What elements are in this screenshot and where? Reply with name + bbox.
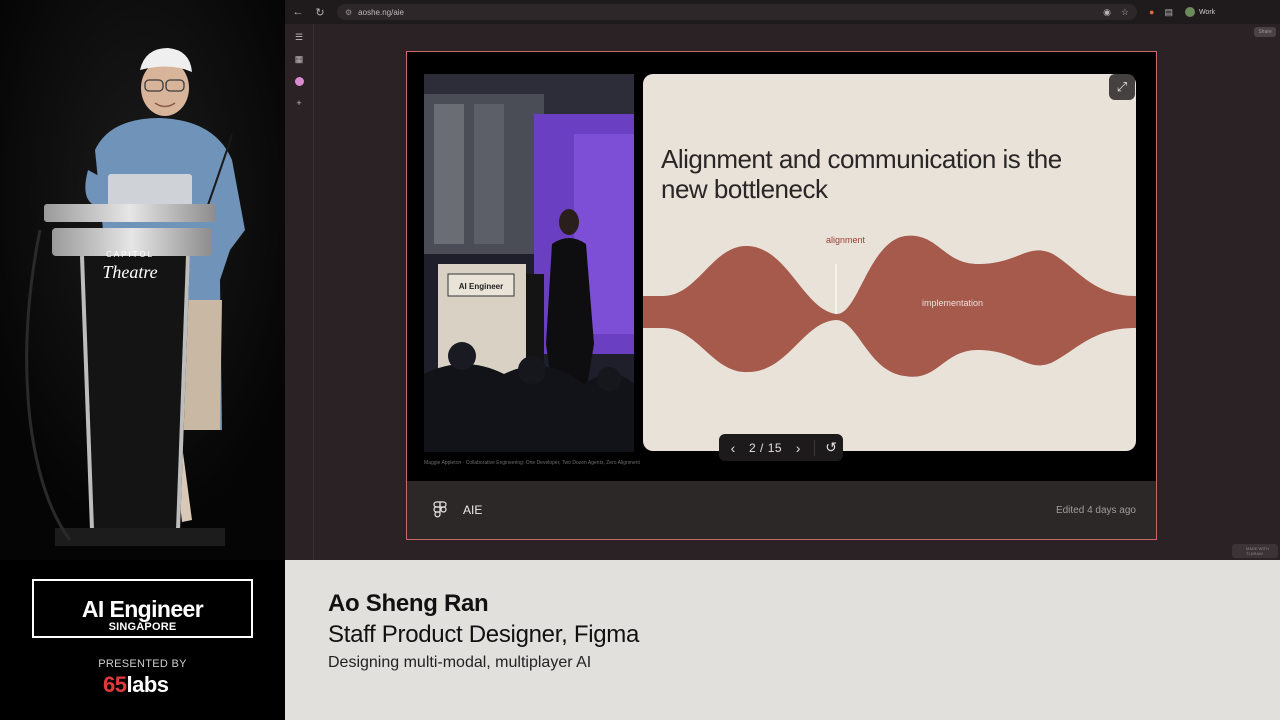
event-branding: AI Engineer SINGAPORE PRESENTED BY 65lab… (0, 560, 285, 720)
grid-icon[interactable]: ▦ (292, 52, 306, 66)
slide-navigation: ‹ 2 / 15 › ↺ (719, 434, 843, 461)
event-logo: AI Engineer SINGAPORE (32, 579, 253, 638)
slide-title: Alignment and communication is the new b… (661, 144, 1062, 204)
edited-timestamp: Edited 4 days ago (1055, 504, 1136, 516)
avatar (1184, 7, 1195, 17)
url-text: aoshe.ng/aie (358, 7, 404, 17)
reload-icon[interactable]: ↻ (311, 3, 329, 21)
slide-counter: 2 / 15 (749, 440, 783, 455)
figma-icon (433, 501, 447, 518)
reset-icon[interactable]: ↺ (825, 439, 837, 456)
expand-icon[interactable]: ⤢ (1109, 74, 1135, 100)
photo-sign-text: AI Engineer (459, 282, 503, 291)
nav-divider (814, 439, 816, 456)
sponsor-word: labs (126, 672, 169, 697)
label-implementation: implementation (922, 298, 984, 308)
embed-footer: AIE Edited 4 days ago (407, 481, 1156, 539)
speaker-role: Staff Product Designer, Figma (328, 621, 640, 648)
profile-button[interactable]: Work (1184, 7, 1216, 17)
speaker-camera-image: CAPITOL Theatre (0, 0, 285, 560)
back-icon[interactable]: ← (289, 3, 307, 21)
label-alignment: alignment (826, 235, 866, 245)
photo-caption: Maggie Appleton · Collaborative Engineer… (424, 460, 640, 466)
speaker-camera-feed: CAPITOL Theatre (0, 0, 285, 560)
rail-divider (313, 24, 314, 560)
chevron-right-icon[interactable]: › (792, 440, 804, 456)
side-rail: ☰ ▦ + (285, 24, 313, 560)
address-bar[interactable]: ⚙ aoshe.ng/aie ◉ ☆ (337, 4, 1137, 20)
figma-embed: AI Engineer Maggie Appleton · Collaborat… (406, 51, 1157, 540)
slide-viewport: AI Engineer Maggie Appleton · Collaborat… (407, 52, 1156, 481)
podium-capitol-text: CAPITOL (106, 250, 154, 259)
presented-by-label: PRESENTED BY (98, 658, 187, 670)
event-location: SINGAPORE (108, 621, 177, 633)
alignment-wave-graphic (643, 235, 1136, 377)
talk-title: Designing multi-modal, multiplayer AI (328, 654, 592, 671)
browser-window: ← ↻ ⚙ aoshe.ng/aie ◉ ☆ ● ▤ Work ☰ ▦ + Sh… (285, 0, 1280, 560)
sidebar-toggle-icon[interactable]: ☰ (292, 30, 306, 44)
file-title[interactable]: AIE (463, 503, 482, 517)
star-icon[interactable]: ☆ (1121, 7, 1129, 18)
video-frame: CAPITOL Theatre ← ↻ ⚙ aoshe.ng/aie ◉ ☆ ●… (0, 0, 1280, 720)
speaker-name: Ao Sheng Ran (328, 590, 489, 617)
extensions-icon[interactable]: ▤ (1164, 7, 1173, 18)
eye-off-icon[interactable]: ◉ (1103, 7, 1111, 18)
chevron-left-icon[interactable]: ‹ (727, 440, 739, 456)
tldraw-badge[interactable]: MADE WITH TLDRAW (1232, 544, 1278, 558)
site-info-icon[interactable]: ⚙ (345, 8, 352, 17)
conference-photo: AI Engineer (424, 74, 634, 452)
slide-card: Alignment and communication is the new b… (643, 74, 1136, 451)
event-name: AI Engineer (81, 596, 204, 622)
profile-label: Work (1198, 8, 1216, 16)
color-swatch[interactable] (292, 74, 306, 88)
share-badge[interactable]: Share (1254, 27, 1276, 37)
add-icon[interactable]: + (292, 96, 306, 110)
sponsor-number: 65 (103, 672, 127, 697)
speaker-lower-third: Ao Sheng Ran Staff Product Designer, Fig… (285, 560, 1280, 720)
podium-theatre-text: Theatre (102, 262, 157, 282)
browser-toolbar: ← ↻ ⚙ aoshe.ng/aie ◉ ☆ ● ▤ Work (285, 0, 1280, 24)
sponsor-logo: 65labs (103, 672, 169, 700)
extension-icon[interactable]: ● (1149, 7, 1154, 17)
